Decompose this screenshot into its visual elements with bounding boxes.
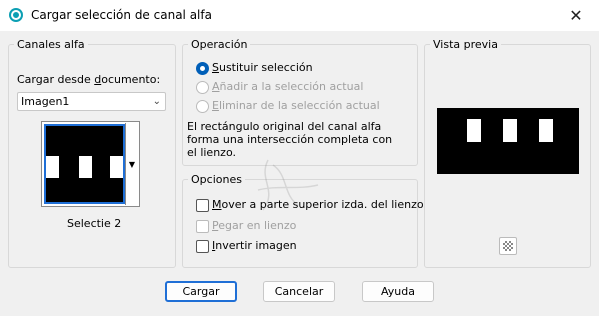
checkbox-move-top-left[interactable] xyxy=(196,199,209,212)
thumbnail-dropdown-button[interactable]: ▼ xyxy=(125,123,138,205)
operation-group-label: Operación xyxy=(188,38,251,51)
checkbox-invert-image-label: Invertir imagen xyxy=(212,239,297,252)
options-group-label: Opciones xyxy=(188,173,245,186)
radio-replace-selection-label: Sustituir selección xyxy=(212,61,313,74)
operation-description-line1: El rectángulo original del canal alfa xyxy=(187,120,382,133)
radio-replace-selection[interactable] xyxy=(196,62,209,75)
checkbox-paste-canvas-label: Pegar en lienzo xyxy=(212,219,297,232)
thumbnail-bar xyxy=(46,156,59,178)
radio-remove-selection[interactable] xyxy=(196,100,209,113)
close-button[interactable]: ✕ xyxy=(553,0,599,31)
window-title: Cargar selección de canal alfa xyxy=(31,8,212,22)
radio-remove-selection-label: Eliminar de la selección actual xyxy=(212,99,380,112)
radio-add-selection-label: Añadir a la selección actual xyxy=(212,80,364,93)
channel-thumbnail xyxy=(44,124,125,204)
operation-description-line2: forma una intersección completa con xyxy=(187,133,393,146)
triangle-down-icon: ▼ xyxy=(128,159,136,169)
document-select-value: Imagen1 xyxy=(21,95,70,108)
checkerboard-icon[interactable] xyxy=(499,237,517,255)
load-button-label: Cargar xyxy=(182,285,220,298)
cancel-button[interactable]: Cancelar xyxy=(263,281,335,302)
load-button[interactable]: Cargar xyxy=(165,281,237,302)
checkbox-move-top-left-label: Mover a parte superior izda. del lienzo xyxy=(212,198,424,211)
checkbox-paste-canvas[interactable] xyxy=(196,220,209,233)
close-icon: ✕ xyxy=(569,6,583,25)
app-icon xyxy=(9,8,23,22)
preview-image xyxy=(437,108,579,174)
thumbnail-bar xyxy=(79,156,92,178)
operation-description-line3: el lienzo. xyxy=(187,146,236,159)
cancel-button-label: Cancelar xyxy=(274,285,324,298)
help-button-label: Ayuda xyxy=(381,285,415,298)
help-button[interactable]: Ayuda xyxy=(362,281,434,302)
radio-add-selection[interactable] xyxy=(196,81,209,94)
preview-group-label: Vista previa xyxy=(430,38,501,51)
document-select[interactable]: Imagen1 ⌄ xyxy=(17,92,166,111)
alpha-channels-group-label: Canales alfa xyxy=(14,38,88,51)
preview-bar xyxy=(467,119,481,142)
thumbnail-bar xyxy=(110,156,123,178)
selected-channel-name: Selectie 2 xyxy=(67,217,122,230)
load-from-label: Cargar desde documento: xyxy=(17,73,161,86)
chevron-down-icon: ⌄ xyxy=(152,96,161,107)
title-bar: Cargar selección de canal alfa ✕ xyxy=(0,0,599,31)
checkbox-invert-image[interactable] xyxy=(196,240,209,253)
channel-thumbnail-picker[interactable]: ▼ xyxy=(41,121,140,207)
preview-bar xyxy=(503,119,517,142)
preview-bar xyxy=(539,119,553,142)
